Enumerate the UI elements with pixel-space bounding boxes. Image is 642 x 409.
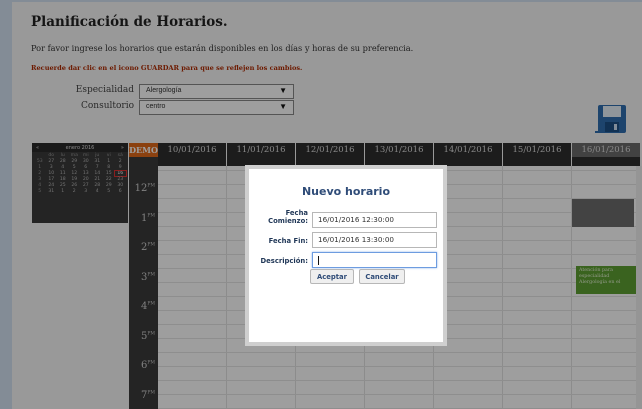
description-label: Descripción:: [260, 257, 308, 265]
description-input[interactable]: [312, 252, 437, 268]
accept-button[interactable]: Aceptar: [310, 269, 354, 284]
end-date-label: Fecha Fin:: [268, 237, 308, 245]
dialog-title: Nuevo horario: [301, 185, 391, 198]
start-date-input[interactable]: 16/01/2016 12:30:00: [312, 212, 437, 228]
new-schedule-dialog: Nuevo horario Fecha Comienzo: 16/01/2016…: [245, 165, 447, 346]
start-date-label: Fecha Comienzo:: [268, 209, 308, 225]
cancel-button[interactable]: Cancelar: [359, 269, 405, 284]
end-date-input[interactable]: 16/01/2016 13:30:00: [312, 232, 437, 248]
